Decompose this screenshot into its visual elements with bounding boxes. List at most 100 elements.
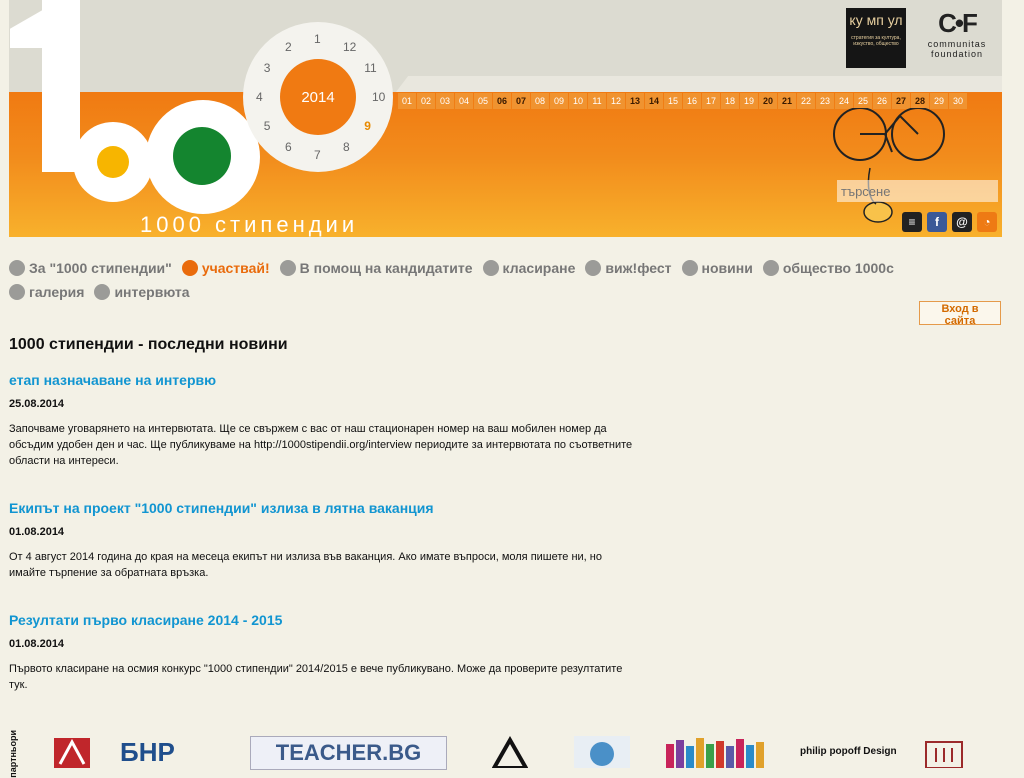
calendar-day[interactable]: 20 (759, 93, 777, 109)
kumpl-logo[interactable]: ку мп ул стратегия за култура, изкуство,… (846, 8, 906, 68)
partner-logo-books[interactable] (666, 736, 766, 768)
calendar-day[interactable]: 12 (607, 93, 625, 109)
partner-logo-triangle[interactable] (492, 736, 528, 768)
logo-green-circle (146, 100, 260, 214)
calendar-day[interactable]: 21 (778, 93, 796, 109)
nav-bullet-icon (762, 260, 779, 276)
news-title-link[interactable]: етап назначаване на интервю (9, 372, 649, 388)
nav-item-label: За "1000 стипендии" (29, 260, 172, 276)
bicycle-illustration (833, 108, 945, 223)
search-input[interactable] (837, 180, 998, 202)
nav-item-label: интервюта (114, 284, 190, 300)
month-number[interactable]: 6 (285, 140, 292, 154)
nav-row-primary: За "1000 стипендии" участвай! В помощ на к… (9, 256, 999, 280)
month-number[interactable]: 1 (314, 32, 321, 46)
news-title-link[interactable]: Екипът на проект "1000 стипендии" излиза… (9, 500, 649, 516)
calendar-day[interactable]: 13 (626, 93, 644, 109)
month-number[interactable]: 2 (285, 40, 292, 54)
calendar-day[interactable]: 22 (797, 93, 815, 109)
main-navigation: За "1000 стипендии" участвай! В помощ на к… (9, 256, 999, 304)
news-date: 25.08.2014 (9, 398, 65, 410)
calendar-day[interactable]: 30 (949, 93, 967, 109)
nav-item[interactable]: общество 1000с (762, 260, 894, 276)
nav-bullet-icon (279, 260, 296, 276)
nav-row-secondary: галерия интервюта (9, 280, 999, 304)
month-number[interactable]: 7 (314, 148, 321, 162)
facebook-icon[interactable]: f (927, 212, 947, 232)
list-icon[interactable]: ≡ (902, 212, 922, 232)
nav-item-label: класиране (502, 260, 576, 276)
partner-logo-teacher[interactable]: TEACHER.BG (250, 736, 447, 770)
month-number[interactable]: 8 (343, 140, 350, 154)
nav-item[interactable]: класиране (482, 260, 576, 276)
partner-logo-last[interactable] (924, 736, 964, 768)
calendar-day[interactable]: 05 (474, 93, 492, 109)
nav-item-label: В помощ на кандидатите (299, 260, 473, 276)
calendar-day[interactable]: 03 (436, 93, 454, 109)
nav-item[interactable]: новини (681, 260, 753, 276)
calendar-strip-background (396, 76, 1002, 92)
calendar-day[interactable]: 16 (683, 93, 701, 109)
calendar-day[interactable]: 26 (873, 93, 891, 109)
site-title[interactable]: 1000 стипендии (140, 212, 358, 238)
month-number[interactable]: 4 (256, 90, 263, 104)
nav-item[interactable]: виж!фест (585, 260, 672, 276)
calendar-day[interactable]: 09 (550, 93, 568, 109)
news-title-link[interactable]: Резултати първо класиране 2014 - 2015 (9, 612, 649, 628)
month-number[interactable]: 11 (364, 61, 376, 75)
partner-logo-bnr[interactable]: БНР (120, 736, 220, 768)
nav-bullet-icon (94, 284, 111, 300)
calendar-day[interactable]: 08 (531, 93, 549, 109)
page-title: 1000 стипендии - последни новини (9, 336, 288, 353)
partner-logo-1[interactable] (54, 736, 90, 768)
calendar-day[interactable]: 23 (816, 93, 834, 109)
communitas-logo[interactable]: C•F communitas foundation (922, 8, 992, 70)
partner-logo-cartoon[interactable] (574, 736, 630, 768)
nav-item[interactable]: За "1000 стипендии" (9, 260, 172, 276)
calendar-day[interactable]: 10 (569, 93, 587, 109)
site-header: 2014 1 12 11 10 9 8 7 6 5 4 3 2 1000 стипендии 01 02… (0, 0, 1011, 240)
partner-logo-popoff[interactable]: philip popoff Design (800, 736, 900, 768)
login-button[interactable]: Вход в сайта (919, 301, 1001, 327)
calendar-day[interactable]: 27 (892, 93, 910, 109)
calendar-day[interactable]: 17 (702, 93, 720, 109)
communitas-name: communitas (927, 39, 987, 49)
month-number[interactable]: 3 (264, 61, 271, 75)
rss-icon[interactable]: ◔ (977, 212, 997, 232)
calendar-day[interactable]: 14 (645, 93, 663, 109)
month-number[interactable]: 10 (372, 90, 385, 104)
nav-bullet-icon (9, 260, 25, 276)
calendar-day[interactable]: 02 (417, 93, 435, 109)
month-number[interactable]: 5 (264, 119, 271, 133)
calendar-day[interactable]: 19 (740, 93, 758, 109)
calendar-day[interactable]: 06 (493, 93, 511, 109)
news-body: Започваме уговарянето на интервютата. Ще… (9, 423, 633, 467)
nav-item[interactable]: интервюта (94, 284, 190, 300)
calendar-day[interactable]: 28 (911, 93, 929, 109)
nav-bullet-icon (181, 260, 198, 276)
calendar-day[interactable]: 07 (512, 93, 530, 109)
month-number[interactable]: 9 (364, 119, 371, 133)
email-icon[interactable]: @ (952, 212, 972, 232)
nav-item[interactable]: участвай! (181, 260, 270, 276)
calendar-day[interactable]: 15 (664, 93, 682, 109)
news-section: 1000 стипендии - последни новини етап на… (9, 336, 649, 724)
calendar-day[interactable]: 01 (398, 93, 416, 109)
calendar-day[interactable]: 29 (930, 93, 948, 109)
news-item: Резултати първо класиране 2014 - 2015 01.… (9, 612, 649, 693)
nav-bullet-icon (9, 284, 25, 300)
day-calendar: 01 02 03 04 05 06 07 08 09 10 11 12 13 14 15 16 17 18 19 20… (398, 93, 967, 109)
month-number[interactable]: 12 (343, 40, 356, 54)
nav-item[interactable]: галерия (9, 284, 84, 300)
calendar-day[interactable]: 04 (455, 93, 473, 109)
calendar-day[interactable]: 11 (588, 93, 606, 109)
nav-item-label: виж!фест (605, 260, 672, 276)
nav-item[interactable]: В помощ на кандидатите (279, 260, 473, 276)
year-button[interactable]: 2014 (280, 59, 356, 135)
calendar-day[interactable]: 25 (854, 93, 872, 109)
calendar-day[interactable]: 18 (721, 93, 739, 109)
logo-yellow-circle (73, 122, 153, 202)
partners-strip: партньори БНР TEACHER.BG philip popoff D… (0, 728, 1011, 778)
nav-item-label: общество 1000с (782, 260, 894, 276)
calendar-day[interactable]: 24 (835, 93, 853, 109)
